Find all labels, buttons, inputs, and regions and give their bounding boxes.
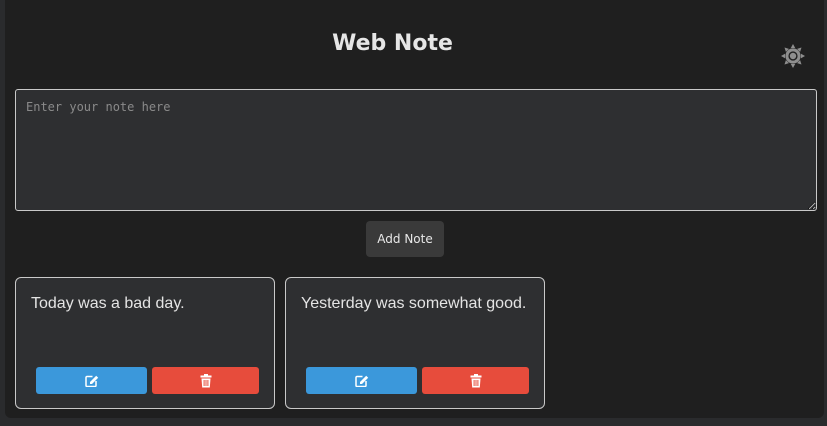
trash-icon (470, 373, 481, 387)
edit-icon (84, 375, 98, 387)
page-title: Web Note (332, 31, 453, 56)
note-card: Today was a bad day. (15, 277, 275, 409)
delete-note-button[interactable] (422, 367, 529, 394)
app-container: Web Note Add Note Today was a bad day. (5, 0, 824, 418)
theme-toggle-button[interactable] (780, 43, 806, 69)
edit-icon (354, 375, 368, 387)
edit-note-button[interactable] (36, 367, 147, 394)
delete-note-button[interactable] (152, 367, 259, 394)
note-card: Yesterday was somewhat good. (285, 277, 545, 409)
trash-icon (200, 373, 211, 387)
edit-note-button[interactable] (306, 367, 417, 394)
note-text: Today was a bad day. (31, 295, 185, 312)
note-text: Yesterday was somewhat good. (301, 295, 527, 312)
sun-icon (781, 44, 805, 68)
add-note-button[interactable]: Add Note (366, 221, 444, 257)
note-input[interactable] (15, 89, 817, 211)
